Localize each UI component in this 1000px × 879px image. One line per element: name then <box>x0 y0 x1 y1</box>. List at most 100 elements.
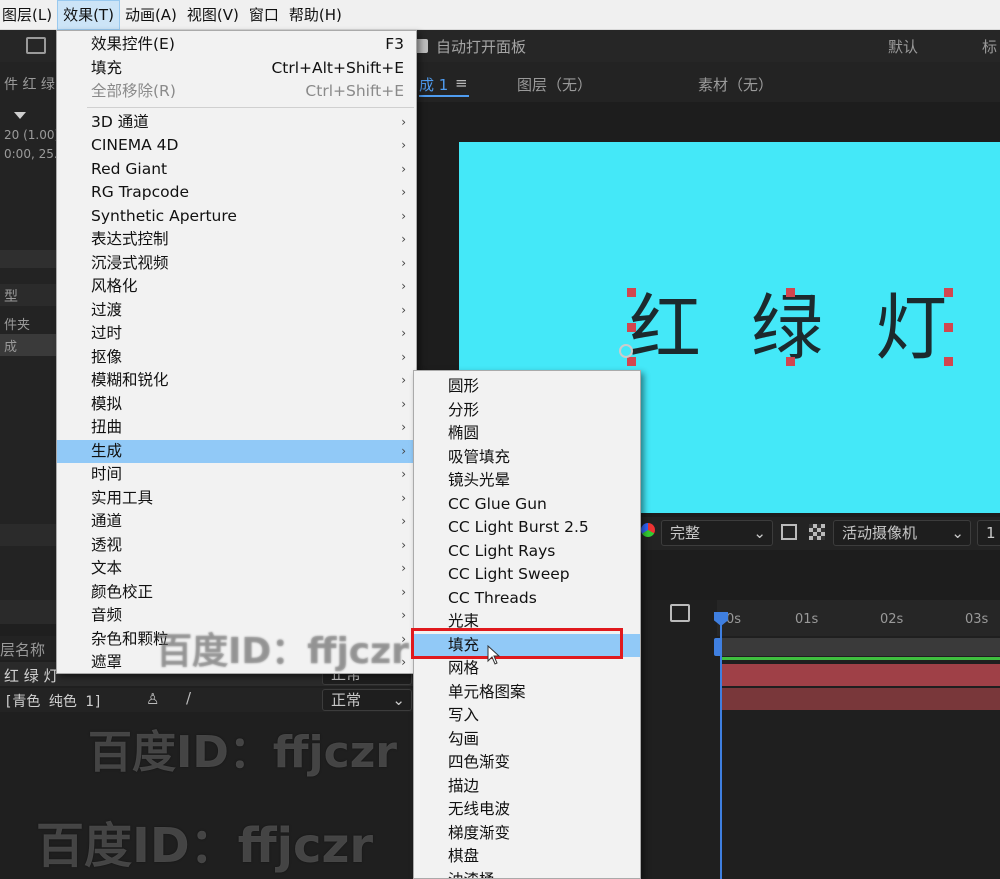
menu-item-synthetic-aperture[interactable]: Synthetic Aperture › <box>57 205 416 229</box>
menu-item-transition[interactable]: 过渡 › <box>57 299 416 323</box>
resolution-select[interactable]: 完整 ⌄ <box>661 520 773 546</box>
chevron-down-icon[interactable] <box>14 112 26 119</box>
layer-bar[interactable] <box>722 688 1000 710</box>
submenu-item-paint-bucket[interactable]: 油漆桶 <box>414 869 640 879</box>
submenu-item-cc-light-rays[interactable]: CC Light Rays <box>414 540 640 564</box>
submenu-item-scribble[interactable]: 勾画 <box>414 728 640 752</box>
panel-footer <box>0 524 56 546</box>
submenu-item-circle[interactable]: 圆形 <box>414 375 640 399</box>
blend-mode-select[interactable]: 正常 ⌄ <box>322 689 412 711</box>
submenu-item-fractal[interactable]: 分形 <box>414 399 640 423</box>
menu-item-cinema4d[interactable]: CINEMA 4D › <box>57 134 416 158</box>
region-icon[interactable] <box>781 524 797 540</box>
row-comp[interactable]: 成 <box>4 336 17 355</box>
submenu-item-cc-threads[interactable]: CC Threads <box>414 587 640 611</box>
watermark: 百度ID：ffjczr <box>88 727 398 778</box>
menu-item-distort[interactable]: 扭曲 › <box>57 416 416 440</box>
menu-item-keying[interactable]: 抠像 › <box>57 346 416 370</box>
submenu-item-ellipse[interactable]: 椭圆 <box>414 422 640 446</box>
search-bar[interactable] <box>0 250 56 268</box>
submenu-item-checkerboard[interactable]: 棋盘 <box>414 845 640 869</box>
color-channel-icon[interactable] <box>641 523 655 537</box>
resolution-value: 完整 <box>670 524 701 542</box>
rectangle-tool-icon[interactable] <box>26 37 46 54</box>
bbox-handle[interactable] <box>786 357 795 366</box>
menu-item-immersive-video[interactable]: 沉浸式视频 › <box>57 252 416 276</box>
tab-composition[interactable]: 成 1 <box>419 74 448 95</box>
menubar: 图层(L) 效果(T) 动画(A) 视图(V) 窗口 帮助(H) <box>0 0 1000 30</box>
menu-item-3d-channel[interactable]: 3D 通道 › <box>57 111 416 135</box>
tick-0: 0s <box>726 612 742 627</box>
menu-layer[interactable]: 图层(L) <box>0 0 57 30</box>
shy-icon[interactable]: ♙ <box>146 690 159 708</box>
menu-item-stylize[interactable]: 风格化 › <box>57 275 416 299</box>
menu-item-rg-trapcode[interactable]: RG Trapcode › <box>57 181 416 205</box>
menu-item-generate[interactable]: 生成 › <box>57 439 416 463</box>
anchor-point-icon[interactable] <box>619 344 633 358</box>
submenu-item-eyedropper-fill[interactable]: 吸管填充 <box>414 446 640 470</box>
submenu-item-lens-flare[interactable]: 镜头光晕 <box>414 469 640 493</box>
bbox-handle[interactable] <box>944 288 953 297</box>
menu-item-time[interactable]: 时间 › <box>57 463 416 487</box>
camera-select[interactable]: 活动摄像机 ⌄ <box>833 520 971 546</box>
mouse-cursor-icon <box>487 645 501 665</box>
blend-mode-value: 正常 <box>331 691 362 709</box>
views-select[interactable]: 1 <box>977 520 1000 546</box>
generate-submenu: 圆形 分形 椭圆 吸管填充 镜头光晕 CC Glue Gun CC Light … <box>413 370 641 879</box>
workspace-default[interactable]: 默认 <box>888 36 918 57</box>
col-type: 型 <box>4 289 18 305</box>
time-ruler[interactable] <box>717 600 1000 636</box>
submenu-item-cc-light-sweep[interactable]: CC Light Sweep <box>414 563 640 587</box>
submenu-item-gradient-ramp[interactable]: 梯度渐变 <box>414 822 640 846</box>
text-char-green: 绿 <box>751 286 824 370</box>
quality-icon[interactable]: / <box>186 689 191 707</box>
menu-window[interactable]: 窗口 <box>244 0 284 30</box>
menu-effect[interactable]: 效果(T) <box>57 0 120 30</box>
menu-item-effect-controls[interactable]: 效果控件(E) F3 <box>57 33 416 57</box>
playhead[interactable] <box>720 614 722 879</box>
bbox-handle[interactable] <box>627 323 636 332</box>
menu-item-obsolete[interactable]: 过时 › <box>57 322 416 346</box>
graph-editor-icon[interactable] <box>670 604 690 622</box>
submenu-item-cc-glue-gun[interactable]: CC Glue Gun <box>414 493 640 517</box>
menu-item-expression-controls[interactable]: 表达式控制 › <box>57 228 416 252</box>
tab-footage[interactable]: 素材（无） <box>698 74 773 95</box>
project-tab[interactable]: 件 红 绿 <box>4 74 55 94</box>
submenu-item-radio-waves[interactable]: 无线电波 <box>414 798 640 822</box>
submenu-item-cell-pattern[interactable]: 单元格图案 <box>414 681 640 705</box>
submenu-item-4-color-gradient[interactable]: 四色渐变 <box>414 751 640 775</box>
tab-menu-icon[interactable]: ≡ <box>455 74 468 92</box>
comp-info-1: 20 (1.00) <box>4 128 60 142</box>
tab-layer[interactable]: 图层（无） <box>517 74 592 95</box>
row-folder[interactable]: 件夹 <box>4 314 30 333</box>
text-char-light: 灯 <box>875 286 948 370</box>
submenu-item-grid[interactable]: 网格 <box>414 657 640 681</box>
menu-item-perspective[interactable]: 透视 › <box>57 534 416 558</box>
layer-row[interactable]: [青色 纯色 1] ♙ / 正常 ⌄ <box>0 688 420 712</box>
bbox-handle[interactable] <box>786 288 795 297</box>
submenu-item-write-on[interactable]: 写入 <box>414 704 640 728</box>
menu-item-channel[interactable]: 通道 › <box>57 510 416 534</box>
menu-view[interactable]: 视图(V) <box>182 0 244 30</box>
submenu-item-cc-light-burst[interactable]: CC Light Burst 2.5 <box>414 516 640 540</box>
work-area-bar[interactable] <box>717 638 1000 656</box>
menu-help[interactable]: 帮助(H) <box>284 0 347 30</box>
menu-item-fill-last[interactable]: 填充 Ctrl+Alt+Shift+E <box>57 57 416 81</box>
menu-item-simulation[interactable]: 模拟 › <box>57 393 416 417</box>
layer-bar[interactable] <box>722 664 1000 686</box>
tick-3: 03s <box>965 612 989 627</box>
workspace-more[interactable]: 标 <box>982 36 997 57</box>
bbox-handle[interactable] <box>627 357 636 366</box>
menu-item-blur-sharpen[interactable]: 模糊和锐化 › <box>57 369 416 393</box>
chevron-down-icon: ⌄ <box>753 524 766 542</box>
bbox-handle[interactable] <box>944 323 953 332</box>
menu-item-red-giant[interactable]: Red Giant › <box>57 158 416 182</box>
menu-item-color-correction[interactable]: 颜色校正 › <box>57 581 416 605</box>
bbox-handle[interactable] <box>944 357 953 366</box>
menu-item-text[interactable]: 文本 › <box>57 557 416 581</box>
menu-animation[interactable]: 动画(A) <box>120 0 182 30</box>
submenu-item-stroke[interactable]: 描边 <box>414 775 640 799</box>
transparency-grid-icon[interactable] <box>809 524 825 540</box>
bbox-handle[interactable] <box>627 288 636 297</box>
menu-item-utility[interactable]: 实用工具 › <box>57 487 416 511</box>
